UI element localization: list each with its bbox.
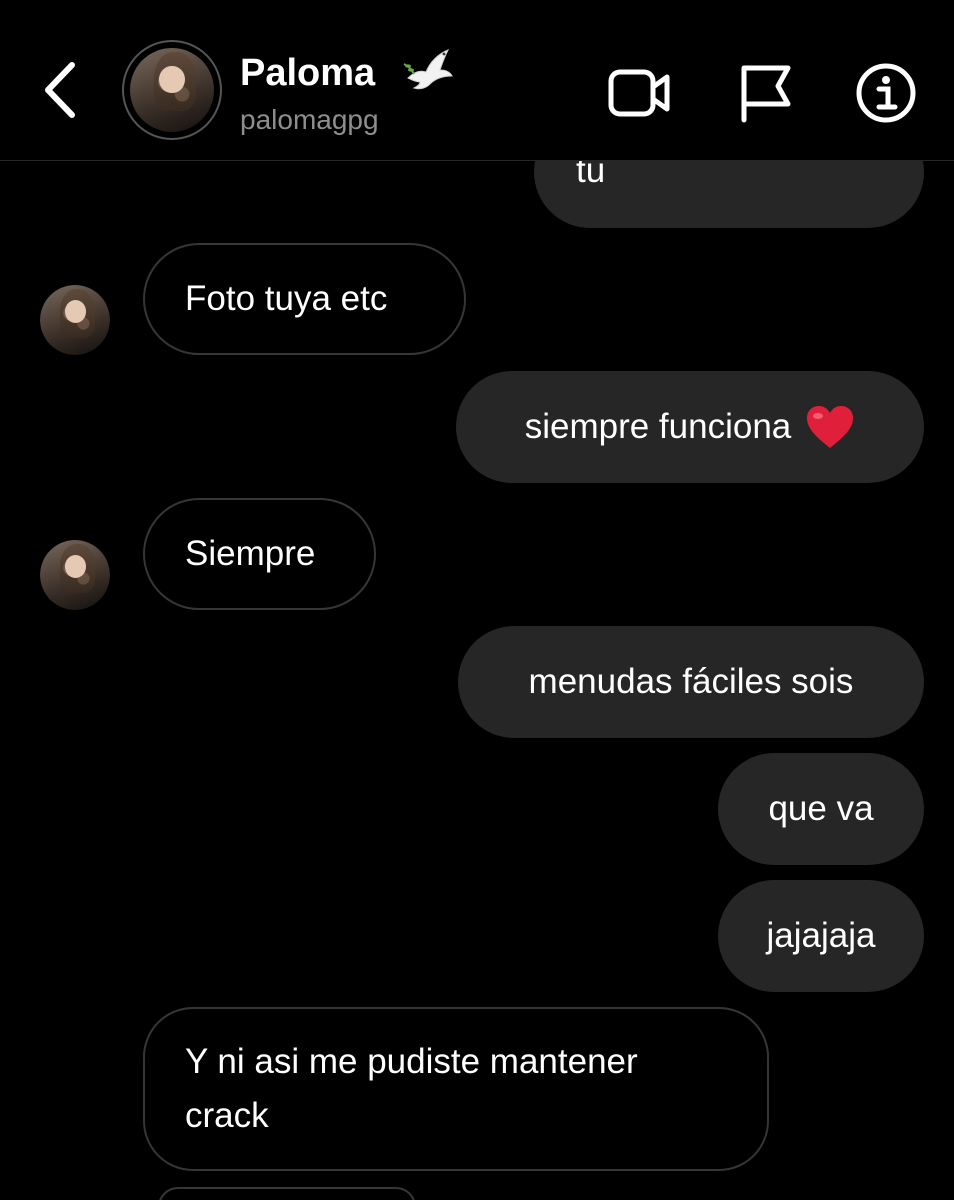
message-incoming-partial[interactable] bbox=[158, 1187, 416, 1200]
report-button[interactable] bbox=[734, 60, 800, 126]
video-camera-icon bbox=[608, 69, 670, 117]
message-incoming[interactable]: Y ni asi me pudiste mantener crack bbox=[143, 1007, 769, 1171]
video-call-button[interactable] bbox=[606, 60, 672, 126]
profile-avatar[interactable] bbox=[122, 40, 222, 140]
sender-avatar[interactable] bbox=[40, 540, 110, 610]
message-outgoing[interactable]: siempre funciona bbox=[456, 371, 924, 483]
dm-thread-screen: Paloma palomagpg tu Foto tuya etc siempr… bbox=[0, 0, 954, 1200]
message-incoming[interactable]: Siempre bbox=[143, 498, 376, 610]
message-outgoing[interactable]: menudas fáciles sois bbox=[458, 626, 924, 738]
chevron-left-icon bbox=[45, 62, 75, 118]
message-outgoing[interactable]: que va bbox=[718, 753, 924, 865]
sender-avatar[interactable] bbox=[40, 285, 110, 355]
message-text: jajajaja bbox=[766, 916, 876, 955]
message-text: Foto tuya etc bbox=[185, 279, 388, 318]
message-text: que va bbox=[768, 789, 874, 828]
red-heart-icon bbox=[807, 406, 854, 448]
flag-icon bbox=[741, 65, 791, 123]
message-outgoing[interactable]: jajajaja bbox=[718, 880, 924, 992]
contact-name[interactable]: Paloma bbox=[240, 52, 375, 95]
info-button[interactable] bbox=[853, 60, 919, 126]
avatar-image bbox=[130, 48, 214, 132]
contact-username[interactable]: palomagpg bbox=[240, 104, 379, 136]
message-text: menudas fáciles sois bbox=[528, 662, 854, 701]
message-text: Siempre bbox=[185, 534, 316, 573]
chat-header: Paloma palomagpg bbox=[0, 0, 954, 161]
dove-icon bbox=[403, 49, 453, 90]
info-icon bbox=[856, 63, 916, 123]
avatar-image bbox=[40, 540, 110, 610]
avatar-image bbox=[40, 285, 110, 355]
message-text: siempre funciona bbox=[524, 407, 792, 446]
back-button[interactable] bbox=[30, 55, 90, 125]
message-text: Y ni asi me pudiste mantener crack bbox=[185, 1042, 638, 1135]
message-incoming[interactable]: Foto tuya etc bbox=[143, 243, 466, 355]
